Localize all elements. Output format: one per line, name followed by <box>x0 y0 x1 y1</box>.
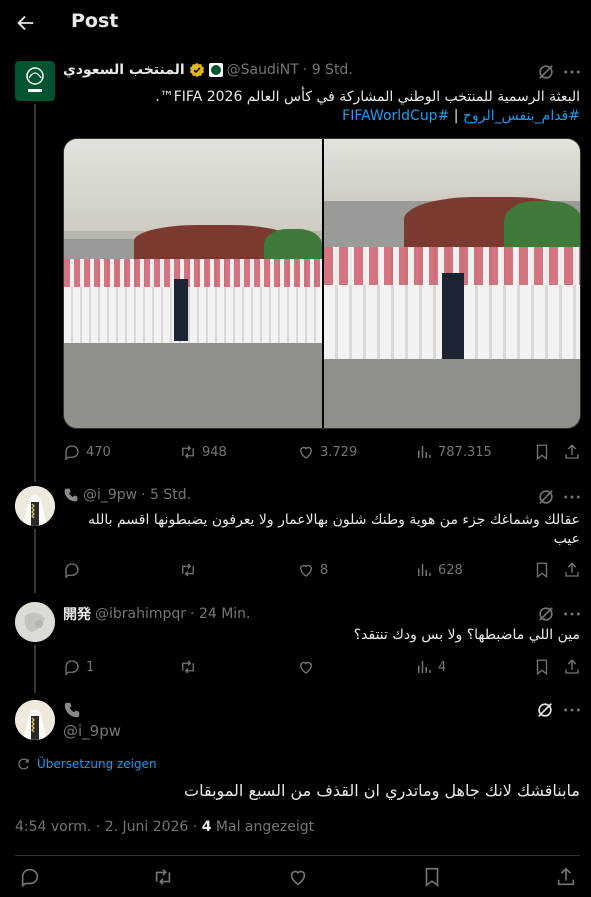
main-reply-text: مابناقشك لانك جاهل وماتدري ان القذف من ا… <box>184 781 580 800</box>
verified-gold-icon <box>189 62 205 78</box>
team-photo-right[interactable] <box>324 139 580 428</box>
avatar-i9pw[interactable] <box>15 486 55 526</box>
author-handle[interactable]: @i_9pw <box>83 487 137 503</box>
repost-count: 948 <box>202 444 227 460</box>
translate-link[interactable]: Übersetzung zeigen <box>17 757 157 771</box>
share-button[interactable] <box>563 443 581 461</box>
views-button[interactable]: 628 <box>415 561 463 579</box>
translate-icon <box>17 757 31 771</box>
grok-icon[interactable] <box>537 488 555 506</box>
timestamp-text[interactable]: 4:54 vorm. · 2. Juni 2026 · <box>15 819 197 835</box>
author-handle[interactable]: @i_9pw <box>63 722 121 740</box>
post-text: البعثة الرسمية للمنتخب الوطني المشاركة ف… <box>63 88 580 126</box>
affiliate-badge-icon <box>208 63 223 77</box>
hashtag-separator: | <box>453 108 459 124</box>
more-icon[interactable] <box>563 701 581 719</box>
post-time[interactable]: · 9 Std. <box>303 62 353 78</box>
like-button[interactable]: 3.729 <box>297 443 357 461</box>
like-count: 3.729 <box>320 444 358 460</box>
view-count-label: Mal angezeigt <box>215 819 315 835</box>
grok-icon[interactable] <box>536 701 554 719</box>
back-arrow-icon[interactable] <box>14 12 36 34</box>
reply-button[interactable] <box>19 866 41 888</box>
post-header: المنتخب السعودي @SaudiNT · 9 Std. <box>63 62 353 78</box>
hashtag-link[interactable]: #FIFAWorldCup <box>342 108 449 124</box>
post-time[interactable]: · 5 Std. <box>141 487 191 503</box>
post-timestamp: 4:54 vorm. · 2. Juni 2026 · 4 Mal angeze… <box>15 819 314 835</box>
author-name[interactable]: المنتخب السعودي <box>63 62 185 78</box>
like-button[interactable]: 8 <box>297 561 328 579</box>
reply-actions: 8 628 <box>63 560 581 580</box>
repost-button[interactable] <box>179 658 202 676</box>
avatar-ibrahimpqr[interactable] <box>15 602 55 642</box>
divider <box>15 855 580 856</box>
translate-label[interactable]: Übersetzung zeigen <box>37 757 157 771</box>
more-icon[interactable] <box>563 488 581 506</box>
author-handle[interactable]: @SaudiNT <box>227 62 299 78</box>
like-count: 8 <box>320 562 329 578</box>
reply-text: مين اللي ماضبطها؟ ولا بس ودك تنتقد؟ <box>353 627 580 643</box>
page-title: Post <box>71 10 119 32</box>
reply-button[interactable]: 470 <box>63 443 111 461</box>
post-hashtags: #قدام_بنفس_الروح | #FIFAWorldCup <box>63 107 580 126</box>
grok-icon[interactable] <box>537 605 555 623</box>
share-button[interactable] <box>555 866 577 888</box>
hashtag-link[interactable]: #قدام_بنفس_الروح <box>463 108 580 124</box>
avatar-saudint[interactable] <box>15 61 55 101</box>
more-icon[interactable] <box>563 63 581 81</box>
team-photo-left[interactable] <box>64 139 322 428</box>
views-count: 628 <box>438 562 463 578</box>
reply-actions: 1 4 <box>63 657 581 677</box>
reply-count: 470 <box>86 444 111 460</box>
views-button[interactable]: 4 <box>415 658 446 676</box>
author-name[interactable]: 開発 <box>63 604 91 624</box>
view-count-number: 4 <box>201 819 212 835</box>
bookmark-button[interactable] <box>533 658 551 676</box>
share-button[interactable] <box>563 658 581 676</box>
repost-button[interactable]: 948 <box>179 443 227 461</box>
repost-button[interactable] <box>152 866 174 888</box>
thread-line <box>34 645 36 693</box>
media-grid <box>63 138 581 429</box>
thread-line <box>34 104 36 482</box>
repost-button[interactable] <box>179 561 202 579</box>
post-time[interactable]: · 24 Min. <box>190 606 250 622</box>
grok-icon[interactable] <box>537 63 555 81</box>
share-button[interactable] <box>563 561 581 579</box>
post-text-line: البعثة الرسمية للمنتخب الوطني المشاركة ف… <box>155 89 580 105</box>
like-button[interactable] <box>297 658 320 676</box>
like-button[interactable] <box>287 866 309 888</box>
more-icon[interactable] <box>563 605 581 623</box>
phone-icon <box>63 701 81 719</box>
bookmark-button[interactable] <box>533 443 551 461</box>
reply-text: عقالك وشماغك جزء من هوية وطنك شلون بهالا… <box>87 512 580 547</box>
avatar-i9pw[interactable] <box>15 700 55 740</box>
phone-icon <box>63 487 79 503</box>
top-bar: Post <box>0 0 591 46</box>
reply-header: 開発 @ibrahimpqr · 24 Min. <box>63 604 251 624</box>
reply-header: @i_9pw · 5 Std. <box>63 487 191 503</box>
main-actions <box>0 866 591 890</box>
bookmark-button[interactable] <box>533 561 551 579</box>
author-handle[interactable]: @ibrahimpqr <box>95 606 186 622</box>
thread-line <box>34 529 36 593</box>
views-count: 787.315 <box>438 444 492 460</box>
views-button[interactable]: 787.315 <box>415 443 492 461</box>
views-count: 4 <box>438 659 447 675</box>
reply-button[interactable]: 1 <box>63 658 94 676</box>
post-actions: 470 948 3.729 787.315 <box>63 442 581 462</box>
reply-count: 1 <box>86 659 95 675</box>
bookmark-button[interactable] <box>421 866 443 888</box>
reply-button[interactable] <box>63 561 86 579</box>
